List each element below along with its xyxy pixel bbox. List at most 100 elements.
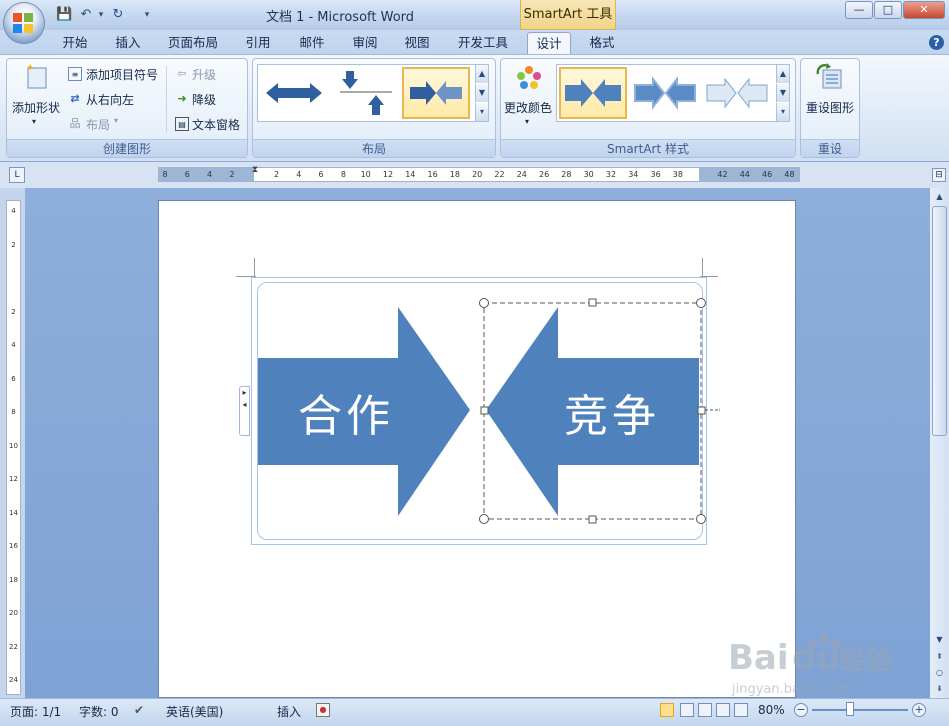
resize-handle[interactable] <box>588 515 597 524</box>
proofing-icon[interactable]: ✔ <box>134 703 144 717</box>
vertical-scrollbar[interactable]: ▲ ▼ ⇞ ○ ⇟ <box>930 188 949 698</box>
ruler-tick-label: 4 <box>296 170 302 179</box>
layouts-more-icon[interactable]: ▾ <box>475 103 488 121</box>
ruler-tick-label: 2 <box>11 307 16 316</box>
tab-insert[interactable]: 插入 <box>109 32 147 54</box>
ruler-tick-label: 4 <box>11 341 16 349</box>
zoom-slider-thumb[interactable] <box>846 702 855 716</box>
style-option-simple[interactable] <box>559 67 627 119</box>
maximize-button[interactable]: □ <box>874 1 902 19</box>
layouts-scroll-up-icon[interactable]: ▲ <box>475 65 488 83</box>
styles-scroll-up-icon[interactable]: ▲ <box>776 65 789 83</box>
vertical-ruler[interactable]: 4 2 2 4 6 8 10 12 14 16 18 20 22 24 <box>6 200 21 695</box>
reset-graphic-button[interactable]: 重设图形 <box>806 99 854 116</box>
change-colors-dropdown-icon[interactable]: ▾ <box>525 117 529 126</box>
text-pane-button[interactable]: 文本窗格 <box>192 116 240 133</box>
layout-dropdown-icon[interactable]: ▾ <box>114 116 118 125</box>
svg-text:Bai: Bai <box>728 638 789 678</box>
tab-review[interactable]: 审阅 <box>346 32 384 54</box>
macro-record-icon[interactable]: ● <box>316 703 330 717</box>
indent-marker-icon[interactable]: ⧗ <box>250 165 260 185</box>
demote-icon: ➜ <box>177 92 187 105</box>
tab-references[interactable]: 引用 <box>239 32 277 54</box>
scroll-down-icon[interactable]: ▼ <box>933 633 946 647</box>
redo-icon[interactable]: ↻ <box>110 7 126 23</box>
add-bullet-icon: ≡ <box>68 67 82 81</box>
zoom-slider[interactable] <box>812 709 908 711</box>
svg-text:jingyan.baidu.com: jingyan.baidu.com <box>731 682 852 697</box>
competition-label[interactable]: 竞争 <box>564 380 660 444</box>
style-light-thumbnail-icon <box>706 77 768 109</box>
tab-format[interactable]: 格式 <box>583 32 621 54</box>
promote-button[interactable]: 升级 <box>192 66 216 83</box>
add-shape-dropdown-icon[interactable]: ▾ <box>32 117 36 126</box>
resize-handle[interactable] <box>696 298 706 308</box>
print-layout-view-icon[interactable] <box>660 703 674 717</box>
undo-icon[interactable]: ↶ <box>78 7 94 23</box>
minimize-button[interactable]: — <box>845 1 873 19</box>
layout-button[interactable]: 布局 <box>86 116 110 133</box>
ruler-tick-label: 4 <box>11 207 16 215</box>
customize-quick-access-icon[interactable]: ▾ <box>139 7 155 23</box>
help-icon[interactable]: ? <box>929 35 944 50</box>
up-down-arrows-thumbnail-icon <box>340 71 392 115</box>
resize-handle[interactable] <box>588 298 597 307</box>
style-option-outlined[interactable] <box>631 67 699 119</box>
next-page-icon[interactable]: ⇟ <box>933 682 946 696</box>
add-shape-icon: ✦ <box>26 63 47 89</box>
layouts-gallery: ▲ ▼ ▾ <box>257 64 489 122</box>
resize-handle[interactable] <box>479 514 489 524</box>
web-layout-view-icon[interactable] <box>698 703 712 717</box>
svg-text:✦: ✦ <box>26 63 34 74</box>
zoom-out-icon[interactable]: − <box>794 703 808 717</box>
style-option-light[interactable] <box>703 67 771 119</box>
tab-developer[interactable]: 开发工具 <box>452 32 514 54</box>
text-pane-toggle-icon[interactable]: ▸ ◂ <box>239 386 250 436</box>
right-to-left-button[interactable]: 从右向左 <box>86 91 134 108</box>
svg-text:du: du <box>792 638 841 678</box>
word-count[interactable]: 字数: 0 <box>79 703 119 720</box>
page-count[interactable]: 页面: 1/1 <box>10 703 61 720</box>
language-status[interactable]: 英语(美国) <box>166 703 223 720</box>
zoom-in-icon[interactable]: + <box>912 703 926 717</box>
corner-mark <box>254 258 255 276</box>
cooperation-label[interactable]: 合作 <box>298 380 394 444</box>
demote-button[interactable]: 降级 <box>192 91 216 108</box>
resize-handle[interactable] <box>480 406 489 415</box>
tab-page-layout[interactable]: 页面布局 <box>163 32 223 54</box>
resize-handle[interactable] <box>696 514 706 524</box>
undo-dropdown-icon[interactable]: ▾ <box>93 7 109 23</box>
tab-home[interactable]: 开始 <box>56 32 94 54</box>
zoom-level[interactable]: 80% <box>758 703 785 717</box>
resize-handle[interactable] <box>697 406 706 415</box>
tab-design[interactable]: 设计 <box>527 32 571 54</box>
layout-option-converging-arrows[interactable] <box>402 67 470 119</box>
outline-view-icon[interactable] <box>716 703 730 717</box>
change-colors-button[interactable]: 更改颜色 <box>504 99 552 116</box>
group-divider <box>166 66 167 132</box>
layouts-scroll-down-icon[interactable]: ▼ <box>475 84 488 102</box>
ruler-tick-label: 18 <box>449 170 460 179</box>
layout-option-opposing-arrows[interactable] <box>260 67 328 119</box>
full-screen-reading-view-icon[interactable] <box>680 703 694 717</box>
resize-handle[interactable] <box>479 298 489 308</box>
add-bullet-button[interactable]: 添加项目符号 <box>86 66 158 83</box>
scroll-thumb[interactable] <box>932 206 947 436</box>
tab-mailings[interactable]: 邮件 <box>293 32 331 54</box>
save-icon[interactable]: 💾 <box>56 7 72 23</box>
tab-view[interactable]: 视图 <box>398 32 436 54</box>
styles-scroll-down-icon[interactable]: ▼ <box>776 84 789 102</box>
close-button[interactable]: ✕ <box>903 1 945 19</box>
view-ruler-icon[interactable]: ⊟ <box>932 168 946 182</box>
scroll-up-icon[interactable]: ▲ <box>933 190 946 204</box>
styles-more-icon[interactable]: ▾ <box>776 103 789 121</box>
add-shape-button[interactable]: 添加形状 <box>12 99 60 116</box>
draft-view-icon[interactable] <box>734 703 748 717</box>
layout-icon: 品 <box>69 117 81 130</box>
tab-selector-button[interactable]: L <box>9 167 25 183</box>
select-browse-object-icon[interactable]: ○ <box>933 666 946 680</box>
baidu-watermark-logo: Bai du 经验 jingyan.baidu.com <box>728 634 892 697</box>
insert-mode-status[interactable]: 插入 <box>277 703 301 720</box>
layout-option-up-down-arrows[interactable] <box>332 67 400 119</box>
previous-page-icon[interactable]: ⇞ <box>933 650 946 664</box>
